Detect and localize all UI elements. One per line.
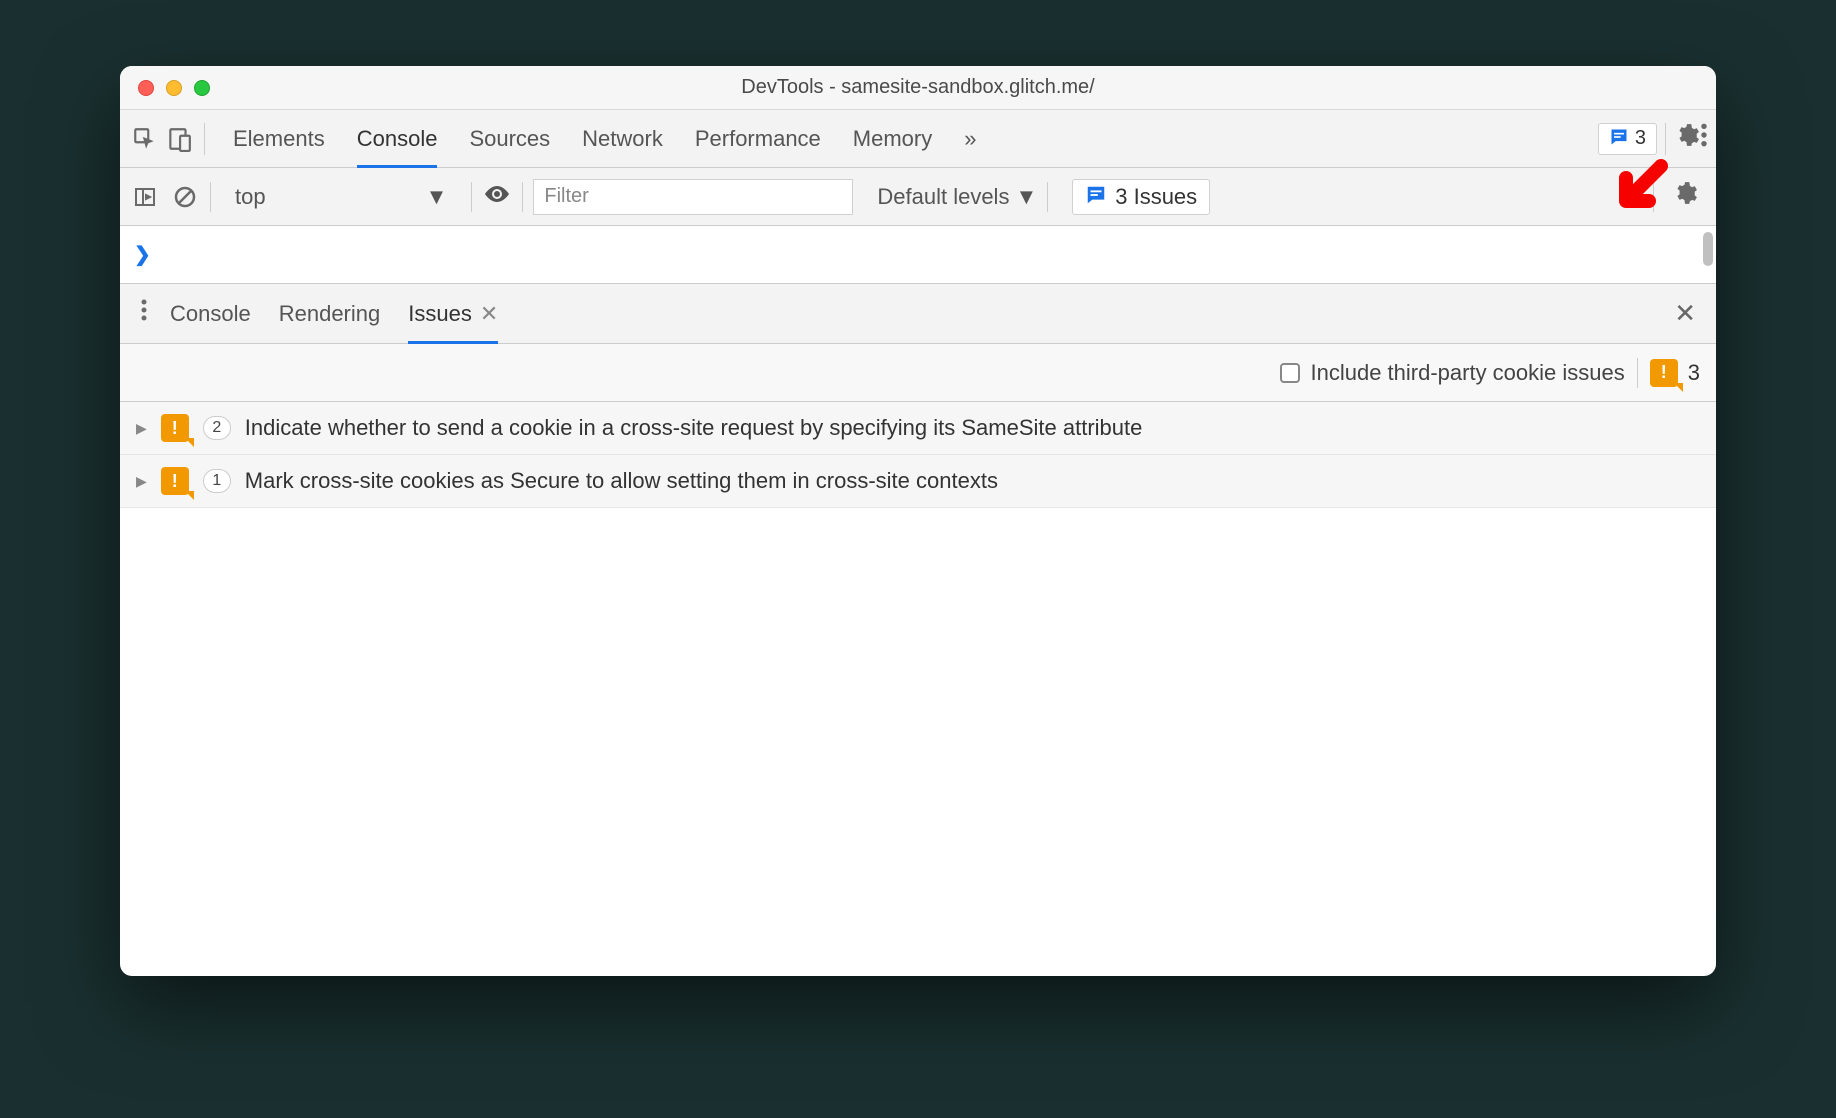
- separator: [210, 182, 211, 212]
- expand-triangle-icon[interactable]: ▶: [136, 420, 147, 437]
- titlebar: DevTools - samesite-sandbox.glitch.me/: [120, 66, 1716, 110]
- close-drawer-icon[interactable]: ✕: [1664, 298, 1706, 329]
- issues-toolbar: Include third-party cookie issues ! 3: [120, 344, 1716, 402]
- checkbox-icon: [1280, 363, 1300, 383]
- separator: [204, 123, 205, 155]
- show-console-sidebar-icon[interactable]: [130, 182, 160, 212]
- issues-button-label: 3 Issues: [1115, 184, 1197, 210]
- expand-triangle-icon[interactable]: ▶: [136, 473, 147, 490]
- drawer-tabbar: Console Rendering Issues ✕ ✕: [120, 284, 1716, 344]
- drawer-tab-issues-label: Issues: [408, 301, 472, 327]
- inspect-element-icon[interactable]: [128, 122, 162, 156]
- issues-count-badge: ! 3: [1650, 359, 1700, 387]
- tabs-overflow[interactable]: »: [964, 110, 976, 168]
- close-tab-icon[interactable]: ✕: [480, 301, 498, 327]
- scrollbar-thumb[interactable]: [1703, 232, 1713, 266]
- settings-gear-icon[interactable]: [1674, 122, 1700, 155]
- main-tabbar: Elements Console Sources Network Perform…: [120, 110, 1716, 168]
- dropdown-triangle-icon: ▼: [1015, 184, 1037, 210]
- devtools-window: DevTools - samesite-sandbox.glitch.me/ E…: [120, 66, 1716, 976]
- issue-count-pill: 1: [203, 469, 231, 493]
- device-toolbar-icon[interactable]: [162, 122, 196, 156]
- issues-button[interactable]: 3 Issues: [1072, 179, 1210, 215]
- window-title: DevTools - samesite-sandbox.glitch.me/: [120, 76, 1716, 99]
- warning-icon: !: [1650, 359, 1678, 387]
- filter-input[interactable]: [533, 179, 853, 215]
- tab-console[interactable]: Console: [357, 110, 438, 168]
- issues-total-count: 3: [1688, 360, 1700, 386]
- drawer-menu-icon[interactable]: [130, 298, 158, 329]
- issue-title: Mark cross-site cookies as Secure to all…: [245, 468, 1700, 494]
- live-expression-icon[interactable]: [482, 181, 512, 212]
- drawer-tabs: Console Rendering Issues ✕: [158, 284, 1664, 344]
- warning-icon: !: [161, 467, 189, 495]
- dropdown-triangle-icon: ▼: [426, 184, 448, 210]
- warning-icon: !: [161, 414, 189, 442]
- more-menu-icon[interactable]: [1700, 122, 1708, 155]
- console-input-area[interactable]: ❯: [120, 226, 1716, 284]
- tab-memory[interactable]: Memory: [853, 110, 932, 168]
- annotation-arrow-icon: [1606, 156, 1676, 231]
- include-thirdparty-checkbox[interactable]: Include third-party cookie issues: [1280, 360, 1624, 386]
- issue-count-pill: 2: [203, 416, 231, 440]
- separator: [1637, 358, 1638, 388]
- tab-sources[interactable]: Sources: [469, 110, 550, 168]
- message-icon: [1085, 184, 1107, 210]
- separator: [471, 182, 472, 212]
- clear-console-icon[interactable]: [170, 182, 200, 212]
- context-value: top: [235, 184, 266, 210]
- separator: [1047, 182, 1048, 212]
- levels-label: Default levels: [877, 184, 1009, 210]
- tab-performance[interactable]: Performance: [695, 110, 821, 168]
- prompt-icon: ❯: [134, 242, 151, 267]
- checkbox-label: Include third-party cookie issues: [1310, 360, 1624, 386]
- log-levels-selector[interactable]: Default levels ▼: [877, 184, 1037, 210]
- drawer-tab-rendering[interactable]: Rendering: [279, 284, 381, 344]
- tabbar-right: 3: [1598, 123, 1657, 155]
- context-selector[interactable]: top ▼: [221, 184, 461, 210]
- main-tabs: Elements Console Sources Network Perform…: [213, 110, 1598, 168]
- message-icon: [1609, 127, 1629, 151]
- separator: [1665, 123, 1666, 155]
- tab-elements[interactable]: Elements: [233, 110, 325, 168]
- issue-title: Indicate whether to send a cookie in a c…: [245, 415, 1700, 441]
- tab-network[interactable]: Network: [582, 110, 663, 168]
- console-toolbar: top ▼ Default levels ▼ 3 Issues: [120, 168, 1716, 226]
- issue-row[interactable]: ▶ ! 1 Mark cross-site cookies as Secure …: [120, 455, 1716, 508]
- drawer-tab-console[interactable]: Console: [170, 284, 251, 344]
- drawer-tab-issues[interactable]: Issues ✕: [408, 284, 498, 344]
- issues-count: 3: [1635, 127, 1646, 150]
- separator: [522, 182, 523, 212]
- issue-row[interactable]: ▶ ! 2 Indicate whether to send a cookie …: [120, 402, 1716, 455]
- issues-counter-button[interactable]: 3: [1598, 123, 1657, 155]
